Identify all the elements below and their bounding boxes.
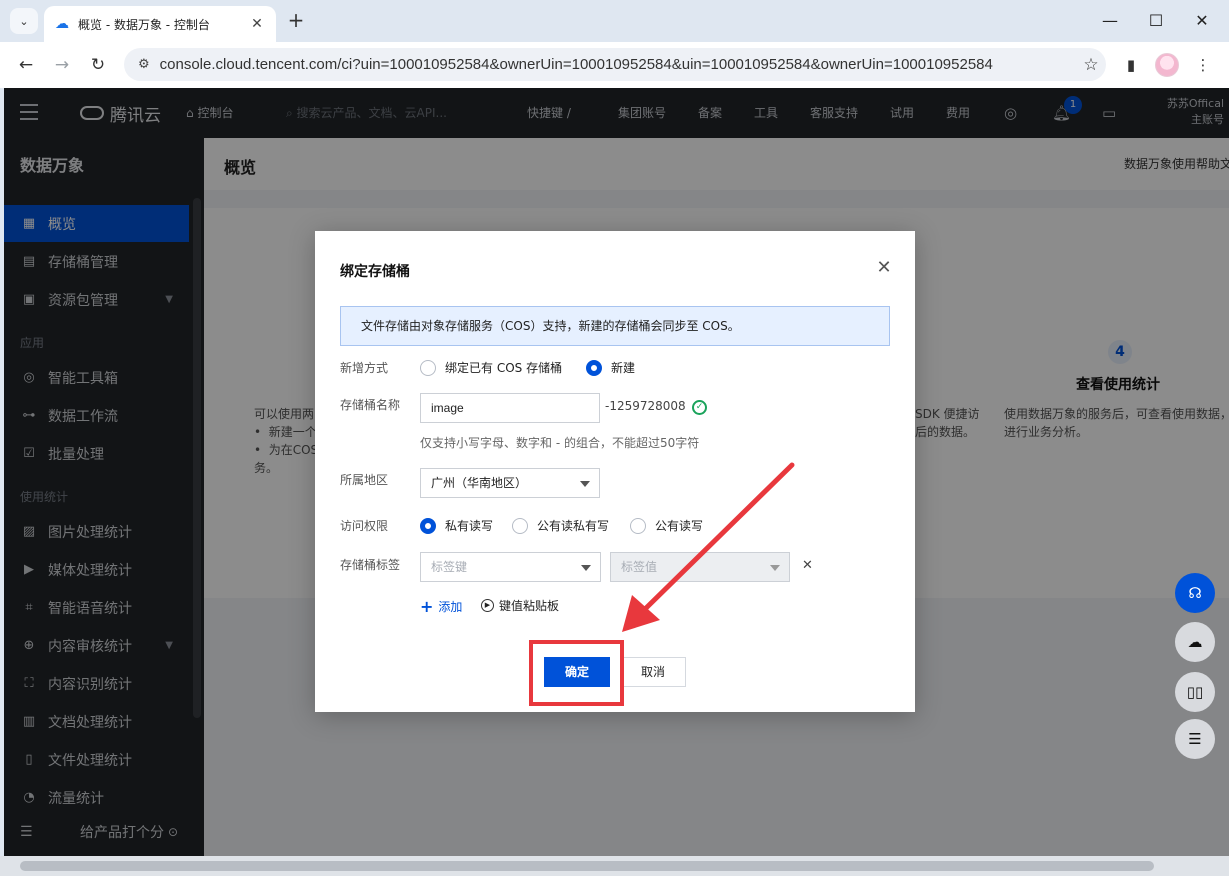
tab-close-icon[interactable]: ✕ (248, 16, 266, 32)
add-mode-label: 新增方式 (340, 361, 389, 375)
cloud-assistant-icon[interactable]: ☁ (1175, 622, 1215, 662)
radio-unchecked-icon (512, 517, 528, 534)
tag-label: 存储桶标签 (340, 558, 401, 572)
dialog-title: 绑定存储桶 (340, 264, 410, 280)
paste-kv-label: 键值粘贴板 (499, 599, 560, 613)
radio-label: 私有读写 (445, 519, 494, 533)
chevron-down-icon: ⌄ (19, 14, 29, 28)
radio-bind-existing[interactable]: 绑定已有 COS 存储桶 (420, 359, 562, 376)
tag-key-placeholder: 标签键 (431, 560, 468, 574)
horizontal-scrollbar[interactable] (0, 856, 1229, 876)
paste-kv-link[interactable]: ▶ 键值粘贴板 (481, 597, 559, 614)
radio-unchecked-icon (420, 359, 436, 376)
bucket-name-label: 存储桶名称 (340, 398, 401, 412)
add-tag-link[interactable]: + 添加 (420, 597, 462, 616)
region-value: 广州（华南地区） (431, 476, 528, 490)
bucket-name-input[interactable]: image (420, 393, 600, 423)
more-menu-icon[interactable]: ⋮ (1190, 52, 1216, 78)
bucket-appid-suffix: -1259728008 (605, 399, 686, 413)
maximize-icon[interactable]: ☐ (1141, 8, 1171, 34)
cancel-button[interactable]: 取消 (620, 657, 686, 687)
tab-title: 概览 - 数据万象 - 控制台 (78, 17, 210, 32)
minimize-icon[interactable]: — (1095, 8, 1125, 34)
tencent-cloud-favicon-icon: ☁ (55, 16, 69, 32)
tag-value-placeholder: 标签值 (621, 560, 658, 574)
close-icon[interactable]: ✕ (875, 259, 893, 277)
bookmark-star-icon[interactable]: ☆ (1076, 55, 1106, 75)
check-circle-icon: ✓ (692, 400, 707, 415)
profile-avatar[interactable] (1155, 53, 1179, 77)
browser-tab[interactable]: ☁ 概览 - 数据万象 - 控制台 ✕ (44, 6, 276, 42)
tag-key-select[interactable]: 标签键 (420, 552, 601, 582)
info-notice: 文件存储由对象存储服务（COS）支持，新建的存储桶会同步至 COS。 (340, 306, 890, 346)
caret-down-icon (581, 565, 591, 571)
radio-checked-icon (586, 359, 602, 376)
radio-unchecked-icon (630, 517, 646, 534)
paste-icon: ▶ (481, 599, 494, 612)
list-icon[interactable]: ☰ (1175, 719, 1215, 759)
back-arrow-icon[interactable]: ← (13, 52, 39, 78)
radio-create-new[interactable]: 新建 (586, 359, 635, 376)
browser-tab-bar: ⌄ ☁ 概览 - 数据万象 - 控制台 ✕ + — ☐ ✕ (0, 0, 1229, 42)
book-icon[interactable]: ▯▯ (1175, 672, 1215, 712)
bucket-name-hint: 仅支持小写字母、数字和 - 的组合，不能超过50字符 (420, 436, 700, 450)
forward-arrow-icon[interactable]: → (49, 52, 75, 78)
radio-private-rw[interactable]: 私有读写 (420, 517, 493, 534)
region-label: 所属地区 (340, 473, 389, 487)
window-close-icon[interactable]: ✕ (1187, 8, 1217, 34)
caret-down-icon (770, 565, 780, 571)
radio-label: 新建 (611, 361, 636, 375)
site-settings-icon[interactable]: ⚙ (138, 57, 150, 72)
reload-icon[interactable]: ↻ (85, 52, 111, 78)
browser-toolbar: ← → ↻ ⚙ console.cloud.tencent.com/ci?uin… (0, 42, 1229, 88)
plus-icon: + (420, 597, 434, 616)
address-bar[interactable]: ⚙ console.cloud.tencent.com/ci?uin=10001… (124, 48, 1106, 81)
side-panel-icon[interactable]: ▮ (1118, 52, 1144, 78)
horizontal-scrollbar-thumb[interactable] (20, 861, 1154, 871)
region-select[interactable]: 广州（华南地区） (420, 468, 600, 498)
radio-public-read-private-write[interactable]: 公有读私有写 (512, 517, 609, 534)
access-label: 访问权限 (340, 519, 389, 533)
remove-tag-icon[interactable]: ✕ (802, 558, 813, 573)
radio-checked-icon (420, 517, 436, 534)
url-text[interactable]: console.cloud.tencent.com/ci?uin=1000109… (160, 56, 1076, 73)
caret-down-icon (580, 481, 590, 487)
radio-label: 公有读写 (655, 519, 704, 533)
tab-search-button[interactable]: ⌄ (10, 8, 38, 34)
add-tag-label: 添加 (438, 600, 463, 614)
tag-value-select[interactable]: 标签值 (610, 552, 790, 582)
annotation-highlight-box (529, 640, 624, 706)
new-tab-button[interactable]: + (284, 9, 308, 33)
radio-public-rw[interactable]: 公有读写 (630, 517, 703, 534)
customer-service-icon[interactable]: ☊ (1175, 573, 1215, 613)
radio-label: 绑定已有 COS 存储桶 (445, 361, 563, 375)
radio-label: 公有读私有写 (537, 519, 610, 533)
